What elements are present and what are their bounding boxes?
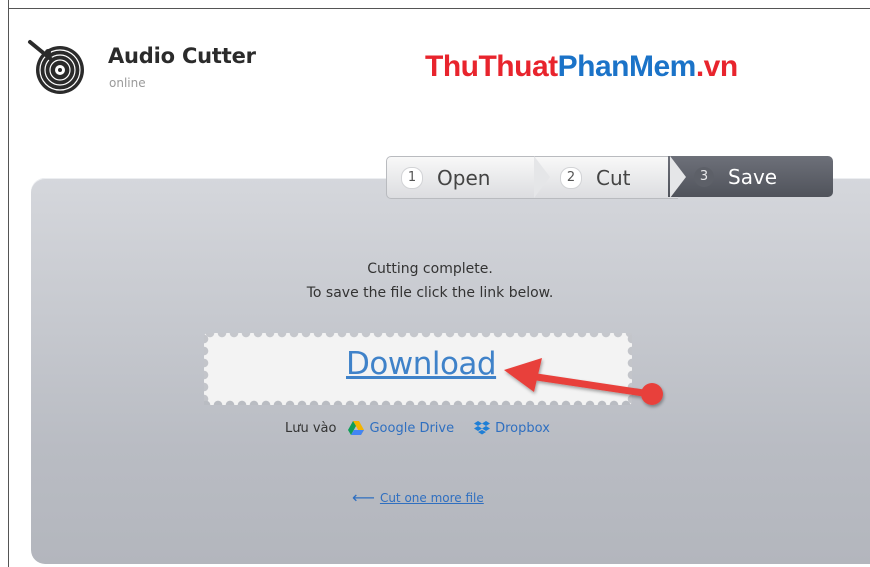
google-drive-link[interactable]: Google Drive xyxy=(348,421,454,436)
vinyl-scissors-icon[interactable] xyxy=(26,36,90,100)
dropbox-link[interactable]: Dropbox xyxy=(474,421,550,436)
cut-one-more-file-link[interactable]: Cut one more file xyxy=(380,491,484,505)
annotation-arrow-icon xyxy=(504,358,663,405)
step-label: Open xyxy=(437,165,491,190)
step-label: Save xyxy=(728,164,778,189)
download-link[interactable]: Download xyxy=(346,346,497,382)
app-subtitle: online xyxy=(109,76,146,90)
step-divider xyxy=(670,156,686,198)
google-drive-icon xyxy=(348,421,365,435)
step-open[interactable]: 1 Open xyxy=(386,156,538,199)
watermark-logo: ThuThuatPhanMem.vn xyxy=(425,50,738,84)
step-save[interactable]: 3 Save xyxy=(668,156,833,197)
app-title: Audio Cutter xyxy=(108,44,256,68)
instruction-message: To save the file click the link below. xyxy=(306,285,554,301)
save-to-label: Lưu vào xyxy=(285,420,337,436)
watermark-part3: .vn xyxy=(695,50,738,83)
step-divider xyxy=(534,156,550,198)
arrow-left-icon[interactable]: ⟵ xyxy=(352,490,375,506)
dropbox-icon xyxy=(474,421,491,435)
save-to-row: Lưu vào Google Drive Dropbox xyxy=(285,418,550,438)
ticket-edge xyxy=(204,333,210,405)
step-label: Cut xyxy=(596,165,631,190)
google-drive-label: Google Drive xyxy=(369,420,455,436)
step-number: 2 xyxy=(560,166,582,189)
step-number: 3 xyxy=(694,166,714,187)
watermark-part1: ThuThuat xyxy=(425,50,558,83)
window-frame-top xyxy=(8,8,870,9)
step-number: 1 xyxy=(401,166,423,189)
cut-more-row: ⟵ Cut one more file xyxy=(352,490,484,506)
step-cut[interactable]: 2 Cut xyxy=(536,156,678,199)
window-frame-left xyxy=(8,0,9,567)
step-navigation: 1 Open 2 Cut 3 Save xyxy=(386,156,833,199)
status-message: Cutting complete. xyxy=(367,261,493,277)
dropbox-label: Dropbox xyxy=(495,420,550,436)
watermark-part2: PhanMem xyxy=(557,50,697,83)
